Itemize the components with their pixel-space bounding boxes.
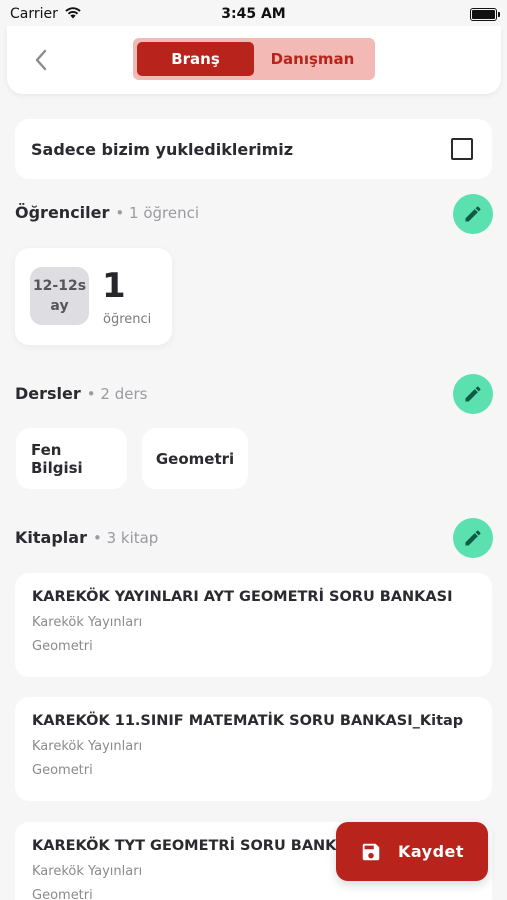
lesson-chip[interactable]: Fen Bilgisi xyxy=(16,428,127,489)
status-left: Carrier xyxy=(10,6,82,23)
book-title: KAREKÖK 11.SINIF MATEMATİK SORU BANKASI_… xyxy=(32,713,464,729)
lesson-chip[interactable]: Geometri xyxy=(142,428,248,489)
header-bar: Branş Danışman xyxy=(7,26,501,94)
books-title: Kitaplar xyxy=(15,528,87,547)
student-count-value: 1 xyxy=(102,266,126,306)
back-button[interactable] xyxy=(29,46,53,74)
pencil-icon xyxy=(465,386,481,402)
save-button-label: Kaydet xyxy=(397,842,465,861)
book-publisher: Karekök Yayınları xyxy=(32,615,143,630)
lessons-count: • 2 ders xyxy=(86,384,148,403)
only-ours-label: Sadece bizim yuklediklerimiz xyxy=(31,139,294,159)
book-category: Geometri xyxy=(32,639,93,654)
carrier-label: Carrier xyxy=(10,6,58,22)
book-title: KAREKÖK YAYINLARI AYT GEOMETRİ SORU BANK… xyxy=(32,589,453,605)
edit-books-button[interactable] xyxy=(453,518,493,558)
lessons-section-title: Dersler • 2 ders xyxy=(15,384,147,403)
pencil-icon xyxy=(465,530,481,546)
tab-brans[interactable]: Branş xyxy=(137,42,254,76)
age-range-badge: 12-12s ay xyxy=(30,267,89,325)
student-group-card[interactable]: 12-12s ay 1 öğrenci xyxy=(15,248,172,345)
students-title: Öğrenciler xyxy=(15,203,110,222)
only-ours-filter-row[interactable]: Sadece bizim yuklediklerimiz xyxy=(15,119,492,179)
wifi-icon xyxy=(64,6,82,23)
book-category: Geometri xyxy=(32,763,93,778)
edit-lessons-button[interactable] xyxy=(453,374,493,414)
age-range-line2: ay xyxy=(50,298,69,314)
save-icon xyxy=(362,843,380,860)
students-count: • 1 öğrenci xyxy=(115,203,200,222)
book-publisher: Karekök Yayınları xyxy=(32,739,143,754)
save-button[interactable]: Kaydet xyxy=(336,822,488,881)
books-count: • 3 kitap xyxy=(92,528,159,547)
pencil-icon xyxy=(465,206,481,222)
tab-danisman[interactable]: Danışman xyxy=(254,42,371,76)
book-card[interactable]: KAREKÖK 11.SINIF MATEMATİK SORU BANKASI_… xyxy=(15,697,492,801)
lessons-title: Dersler xyxy=(15,384,81,403)
chevron-left-icon xyxy=(35,49,47,71)
age-range-line1: 12-12s xyxy=(32,278,87,294)
student-count-unit: öğrenci xyxy=(103,312,152,327)
book-card[interactable]: KAREKÖK YAYINLARI AYT GEOMETRİ SORU BANK… xyxy=(15,573,492,677)
status-bar: Carrier 3:45 AM xyxy=(0,0,507,28)
books-section-title: Kitaplar • 3 kitap xyxy=(15,528,158,547)
battery-icon xyxy=(470,7,500,21)
students-section-title: Öğrenciler • 1 öğrenci xyxy=(15,203,199,222)
book-category: Geometri xyxy=(32,888,93,900)
edit-students-button[interactable] xyxy=(453,194,493,234)
role-segmented-control: Branş Danışman xyxy=(133,38,375,80)
only-ours-checkbox[interactable] xyxy=(451,138,473,160)
